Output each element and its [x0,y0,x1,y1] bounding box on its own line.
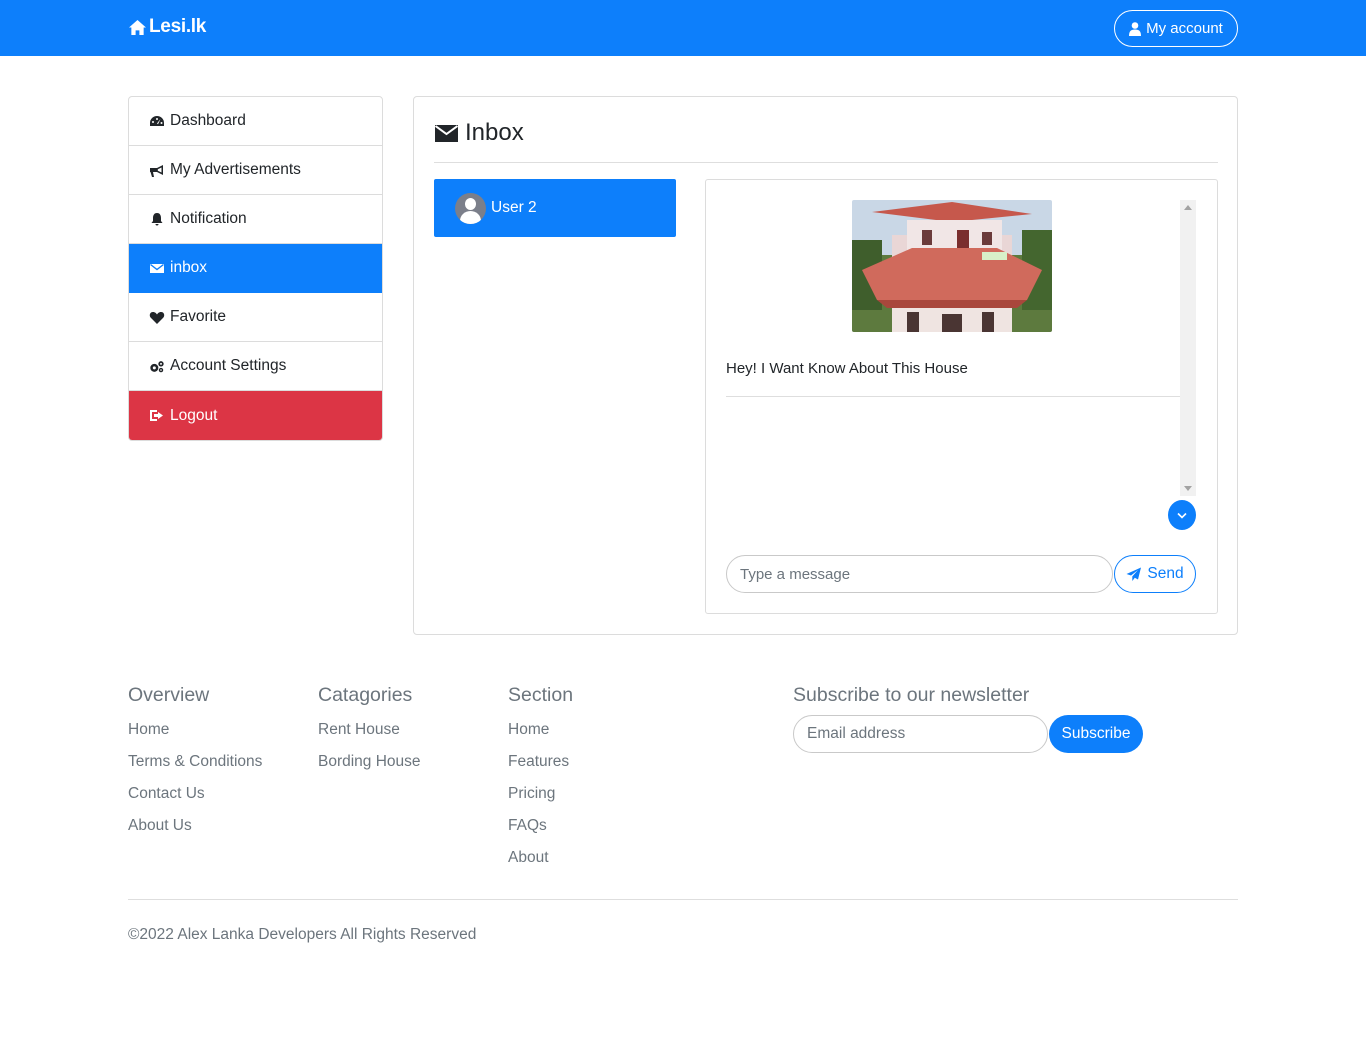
copyright-text: ©2022 Alex Lanka Developers All Rights R… [128,926,477,943]
house-photo[interactable] [852,200,1052,332]
home-icon [129,19,146,35]
my-account-button[interactable]: My account [1114,10,1238,47]
envelope-icon [150,263,164,273]
sidebar-item-favorite[interactable]: Favorite [129,293,382,342]
sidebar-item-label: Logout [170,406,218,424]
scroll-to-bottom-button[interactable] [1168,500,1196,530]
sidebar-item-inbox[interactable]: inbox [129,244,382,293]
newsletter-email-input[interactable] [793,715,1048,753]
newsletter-heading: Subscribe to our newsletter [793,684,1030,706]
sidebar-item-label: Account Settings [170,357,287,374]
footer-link-terms[interactable]: Terms & Conditions [128,751,262,783]
scroll-up-arrow-icon[interactable] [1184,205,1192,210]
send-label: Send [1147,565,1184,582]
envelope-icon [434,125,459,142]
inbox-panel: Inbox User 2 Hey! I Want Know About This… [413,96,1238,635]
sidebar-item-label: inbox [170,259,208,276]
footer-heading: Section [508,684,574,706]
chevron-down-icon [1177,512,1187,519]
brand-name: Lesi.lk [149,16,207,37]
divider [726,396,1180,397]
sidebar-item-dashboard[interactable]: Dashboard [129,97,382,146]
footer-link-about[interactable]: About [508,847,573,879]
dashboard-sidebar: Dashboard My Advertisements Notification… [128,96,383,441]
contact-list-item[interactable]: User 2 [434,179,676,237]
footer-link-section-home[interactable]: Home [508,719,573,751]
sidebar-item-notification[interactable]: Notification [129,195,382,244]
message-input[interactable] [726,555,1113,593]
sign-out-icon [150,410,163,421]
footer-heading: Overview [128,684,210,706]
send-button[interactable]: Send [1114,555,1196,593]
footer-link-faqs[interactable]: FAQs [508,815,573,847]
brand-logo[interactable]: Lesi.lk [128,16,206,38]
gears-icon [150,360,164,372]
inbox-heading: Inbox [434,119,524,147]
footer-link-rent-house[interactable]: Rent House [318,719,421,751]
footer-link-pricing[interactable]: Pricing [508,783,573,815]
house-image [852,200,1052,332]
chat-window: Hey! I Want Know About This House Send [705,179,1218,614]
footer-column-section: Section Home Features Pricing FAQs About [508,684,573,879]
avatar [455,192,486,224]
page-title: Inbox [465,119,524,146]
contact-name: User 2 [491,199,537,216]
my-account-label: My account [1146,20,1223,37]
message-text: Hey! I Want Know About This House [726,360,968,377]
footer-link-features[interactable]: Features [508,751,573,783]
divider [434,162,1218,163]
bullhorn-icon [150,164,163,177]
bell-icon [151,212,163,225]
footer-column-categories: Catagories Rent House Bording House [318,684,421,783]
user-icon [1129,21,1142,36]
sidebar-item-label: Dashboard [170,112,246,129]
footer-link-bording-house[interactable]: Bording House [318,751,421,783]
dashboard-icon [150,115,164,126]
scroll-down-arrow-icon[interactable] [1184,486,1192,491]
sidebar-item-my-advertisements[interactable]: My Advertisements [129,146,382,195]
sidebar-item-label: My Advertisements [170,161,301,178]
chat-scrollbar[interactable] [1180,200,1196,496]
subscribe-button[interactable]: Subscribe [1049,715,1143,753]
heart-icon [149,311,165,324]
sidebar-item-logout[interactable]: Logout [129,391,382,440]
footer-link-about-us[interactable]: About Us [128,815,262,847]
sidebar-item-label: Notification [170,210,247,227]
footer-link-home[interactable]: Home [128,719,262,751]
newsletter-section: Subscribe to our newsletter [793,684,1029,707]
footer-link-contact[interactable]: Contact Us [128,783,262,815]
paper-plane-icon [1126,567,1142,581]
footer-heading: Catagories [318,684,413,706]
top-navbar: Lesi.lk My account [0,0,1366,56]
footer-column-overview: Overview Home Terms & Conditions Contact… [128,684,262,847]
footer-divider [128,899,1238,900]
sidebar-item-label: Favorite [170,308,226,325]
sidebar-item-account-settings[interactable]: Account Settings [129,342,382,391]
